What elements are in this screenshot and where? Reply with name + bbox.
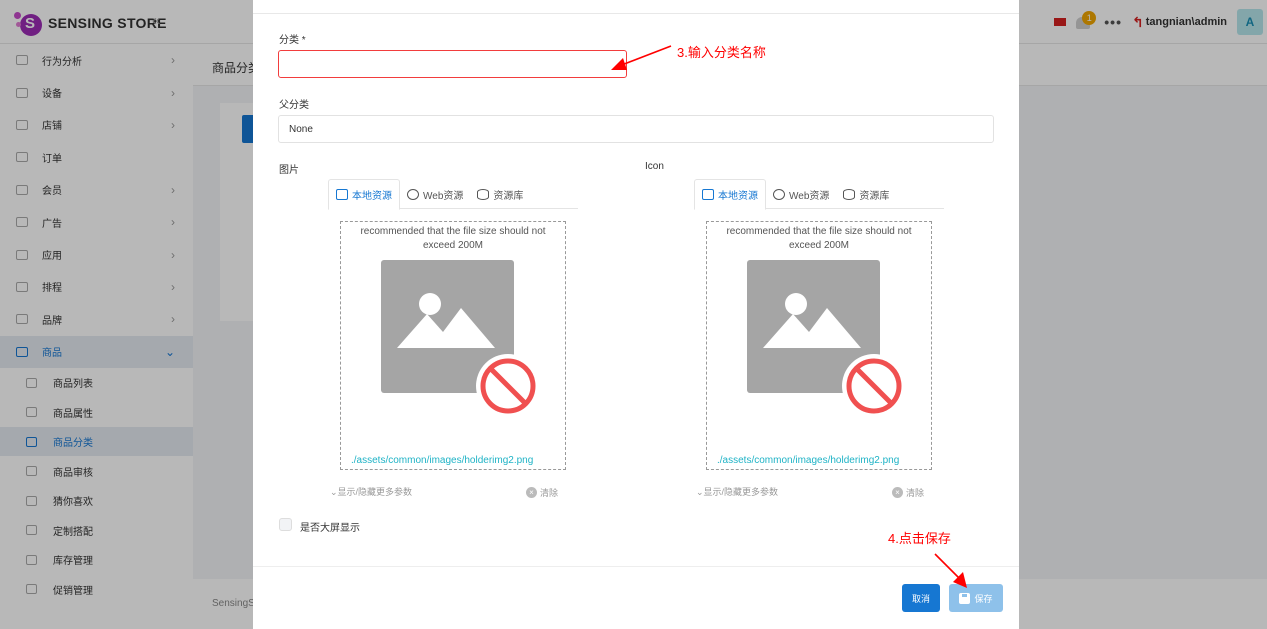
file-size-hint: recommended that the file size should no…: [726, 226, 912, 251]
icon-uploader: 本地资源 Web资源 资源库 recommended that the file…: [694, 179, 944, 509]
toggle-more-params[interactable]: ⌄显示/隐藏更多参数: [330, 485, 412, 498]
no-image-icon: [476, 354, 540, 418]
local-file-icon: [702, 189, 714, 200]
annotation-step4: 4.点击保存: [888, 531, 951, 546]
database-icon: [843, 188, 856, 200]
tab-resource-library[interactable]: 资源库: [836, 179, 896, 209]
parent-category-label: 父分类: [279, 100, 309, 111]
tab-label: Web资源: [789, 190, 830, 202]
no-image-icon: [842, 354, 906, 418]
category-modal: 分类 * 父分类 None 图片 Icon 本地资源 Web资源 资源库 rec…: [253, 0, 1019, 629]
globe-icon: [773, 188, 785, 200]
file-size-hint: recommended that the file size should no…: [360, 226, 546, 251]
icon-dropzone[interactable]: recommended that the file size should no…: [706, 221, 932, 470]
toggle-more-params[interactable]: ⌄显示/隐藏更多参数: [696, 485, 778, 498]
modal-header-divider: [253, 13, 1019, 14]
tab-resource-library[interactable]: 资源库: [470, 179, 530, 209]
tab-local-resource[interactable]: 本地资源: [328, 179, 400, 210]
tab-label: 资源库: [859, 190, 890, 202]
globe-icon: [407, 188, 419, 200]
annotation-arrow-icon: [934, 553, 967, 588]
tab-label: 资源库: [493, 190, 524, 202]
image-dropzone[interactable]: recommended that the file size should no…: [340, 221, 566, 470]
image-uploader: 本地资源 Web资源 资源库 recommended that the file…: [328, 179, 578, 509]
clear-button[interactable]: × 清除: [892, 486, 924, 499]
category-label: 分类 *: [279, 35, 306, 46]
fullscreen-label: 是否大屏显示: [300, 523, 360, 534]
local-file-icon: [336, 189, 348, 200]
close-icon: ×: [892, 487, 903, 498]
save-label: 保存: [974, 593, 993, 604]
icon-source-tabs: 本地资源 Web资源 资源库: [694, 179, 944, 210]
tab-label: 本地资源: [352, 191, 392, 202]
annotation-step3: 3.输入分类名称: [677, 45, 766, 60]
parent-category-select[interactable]: None: [278, 115, 994, 143]
clear-label: 清除: [540, 488, 559, 498]
tab-web-resource[interactable]: Web资源: [766, 179, 836, 209]
close-icon: ×: [526, 487, 537, 498]
tab-web-resource[interactable]: Web资源: [400, 179, 470, 209]
image-path-link[interactable]: ./assets/common/images/holderimg2.png: [351, 455, 533, 466]
tab-local-resource[interactable]: 本地资源: [694, 179, 766, 210]
tab-label: Web资源: [423, 190, 464, 202]
database-icon: [477, 188, 490, 200]
save-icon: [959, 592, 971, 604]
category-name-input[interactable]: [278, 50, 627, 78]
icon-path-link[interactable]: ./assets/common/images/holderimg2.png: [717, 455, 899, 466]
image-label: 图片: [279, 165, 299, 176]
tab-label: 本地资源: [718, 191, 758, 202]
icon-label: Icon: [645, 161, 664, 172]
image-source-tabs: 本地资源 Web资源 资源库: [328, 179, 578, 210]
fullscreen-checkbox[interactable]: [279, 518, 292, 531]
annotation-arrow-icon: [611, 45, 672, 70]
modal-footer-divider: [253, 566, 1019, 567]
clear-button[interactable]: × 清除: [526, 486, 558, 499]
clear-label: 清除: [906, 488, 925, 498]
